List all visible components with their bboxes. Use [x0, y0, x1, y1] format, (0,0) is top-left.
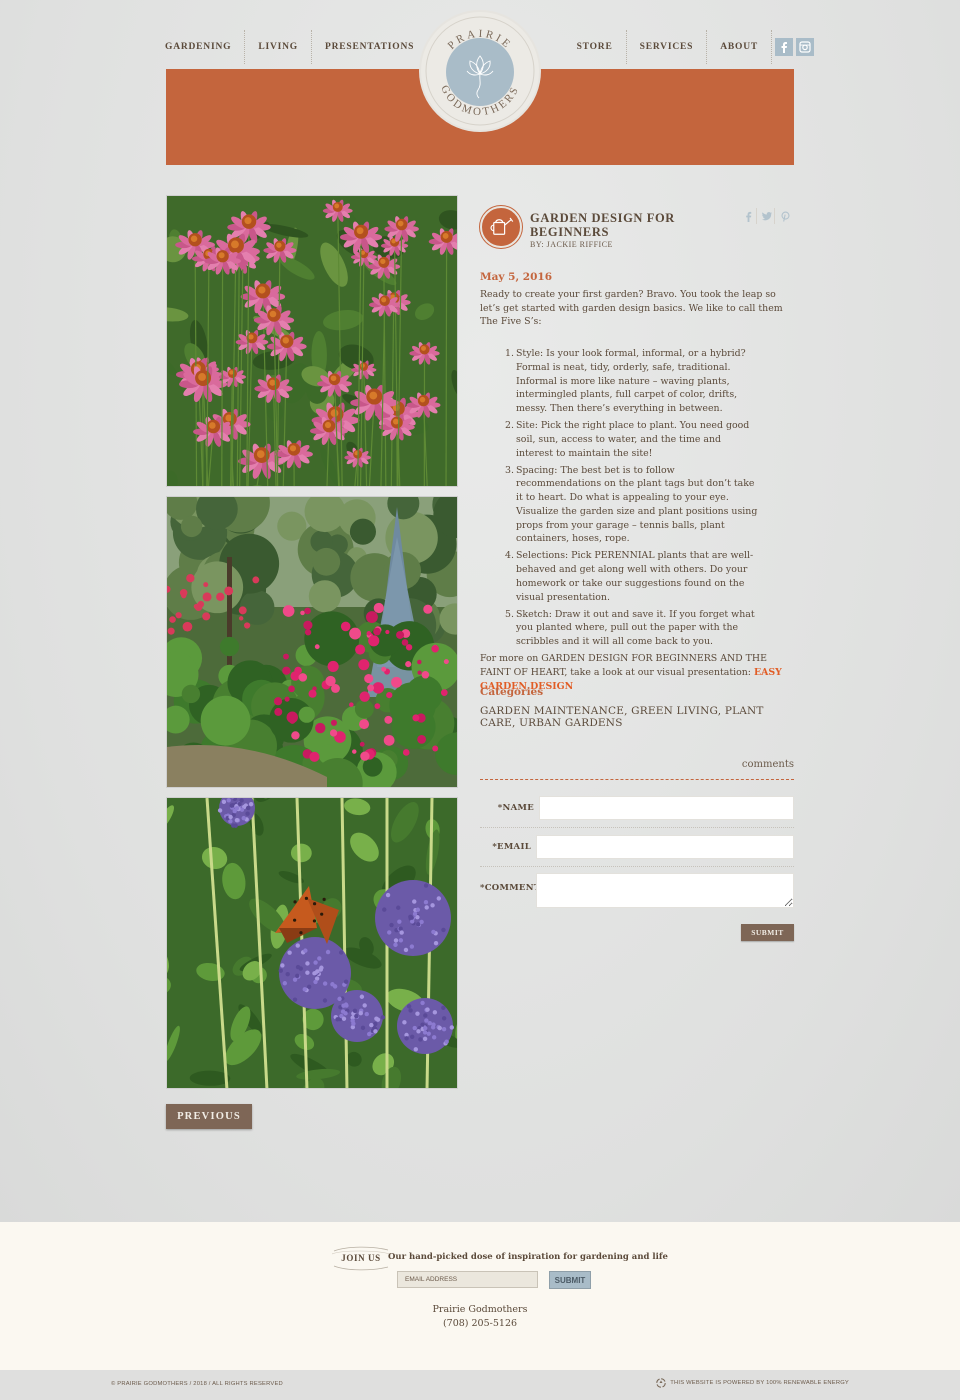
- coneflowers-photo: [166, 195, 458, 487]
- pinterest-icon[interactable]: [777, 208, 793, 224]
- name-field[interactable]: [539, 796, 794, 820]
- footer: [0, 1222, 960, 1370]
- list-item: 1. Style: Is your look formal, informal, …: [505, 348, 746, 414]
- nav-left: GARDENING LIVING PRESENTATIONS: [165, 30, 427, 64]
- nav-gardening[interactable]: GARDENING: [165, 30, 246, 64]
- newsletter-email-input[interactable]: [397, 1271, 538, 1288]
- comment-field[interactable]: [536, 873, 794, 908]
- email-row: *EMAIL: [480, 835, 794, 859]
- twitter-icon[interactable]: [759, 208, 775, 224]
- nav-store[interactable]: STORE: [564, 30, 627, 64]
- comments-divider: [480, 779, 794, 780]
- footer-company-name: Prairie Godmothers: [432, 1304, 528, 1315]
- categories-heading: Categories: [480, 686, 544, 698]
- nav-right: STORE SERVICES ABOUT: [564, 30, 814, 64]
- nav-living[interactable]: LIVING: [245, 30, 312, 64]
- divider: [480, 827, 794, 828]
- email-label: *EMAIL: [492, 842, 531, 852]
- garden-bed-photo: [166, 496, 458, 788]
- facebook-icon[interactable]: [775, 38, 793, 56]
- name-label: *NAME: [497, 803, 534, 813]
- previous-button[interactable]: PREVIOUS: [166, 1104, 252, 1129]
- post-date: May 5, 2016: [480, 271, 553, 283]
- watering-can-icon: [480, 206, 522, 248]
- name-row: *NAME: [480, 796, 794, 820]
- newsletter-tagline: Our hand-picked dose of inspiration for …: [388, 1252, 668, 1262]
- comment-submit-button[interactable]: SUBMIT: [741, 924, 794, 941]
- facebook-icon[interactable]: [741, 208, 757, 224]
- join-us-badge: JOIN US: [332, 1246, 390, 1271]
- copyright-text: © PRAIRIE GODMOTHERS / 2018 / ALL RIGHTS…: [111, 1381, 283, 1387]
- post-byline: BY: JACKIE RIFFICE: [530, 240, 613, 249]
- post-intro: Ready to create your first garden? Bravo…: [480, 289, 783, 328]
- comment-row: *COMMENT: [480, 873, 794, 908]
- footer-phone[interactable]: (708) 205-5126: [0, 1318, 960, 1329]
- comment-label: *COMMENT: [480, 883, 541, 893]
- nav-about[interactable]: ABOUT: [707, 30, 772, 64]
- recycle-icon: [656, 1378, 667, 1388]
- comments-label: comments: [741, 759, 794, 770]
- list-item: 5. Sketch: Draw it out and save it. If yo…: [505, 608, 755, 648]
- nav-services[interactable]: SERVICES: [627, 30, 708, 64]
- post-body: Ready to create your first garden? Bravo…: [480, 288, 796, 693]
- nav-presentations[interactable]: PRESENTATIONS: [312, 30, 427, 64]
- site-logo[interactable]: PRAIRIE GODMOTHERS: [421, 12, 539, 130]
- categories-list[interactable]: GARDEN MAINTENANCE, GREEN LIVING, PLANT …: [480, 705, 800, 729]
- butterfly-globe-thistle-photo: [166, 797, 458, 1089]
- list-item: 4. Selections: Pick PERENNIAL plants that…: [505, 550, 754, 603]
- newsletter-submit-button[interactable]: SUBMIT: [549, 1271, 591, 1289]
- divider: [480, 866, 794, 867]
- energy-text: THIS WEBSITE IS POWERED BY 100% RENEWABL…: [670, 1380, 849, 1386]
- share-icons: [741, 208, 793, 224]
- instagram-icon[interactable]: [796, 38, 814, 56]
- list-item: 2. Site: Pick the right place to plant. Y…: [505, 420, 750, 459]
- post-title: GARDEN DESIGN FOR BEGINNERS: [530, 211, 675, 239]
- list-item: 3. Spacing: The best bet is to follow rec…: [505, 464, 758, 545]
- email-field[interactable]: [536, 835, 794, 859]
- renewable-energy-notice: THIS WEBSITE IS POWERED BY 100% RENEWABL…: [656, 1378, 849, 1388]
- five-s-list: 1. Style: Is your look formal, informal, …: [505, 347, 796, 649]
- join-us-label: JOIN US: [341, 1253, 381, 1263]
